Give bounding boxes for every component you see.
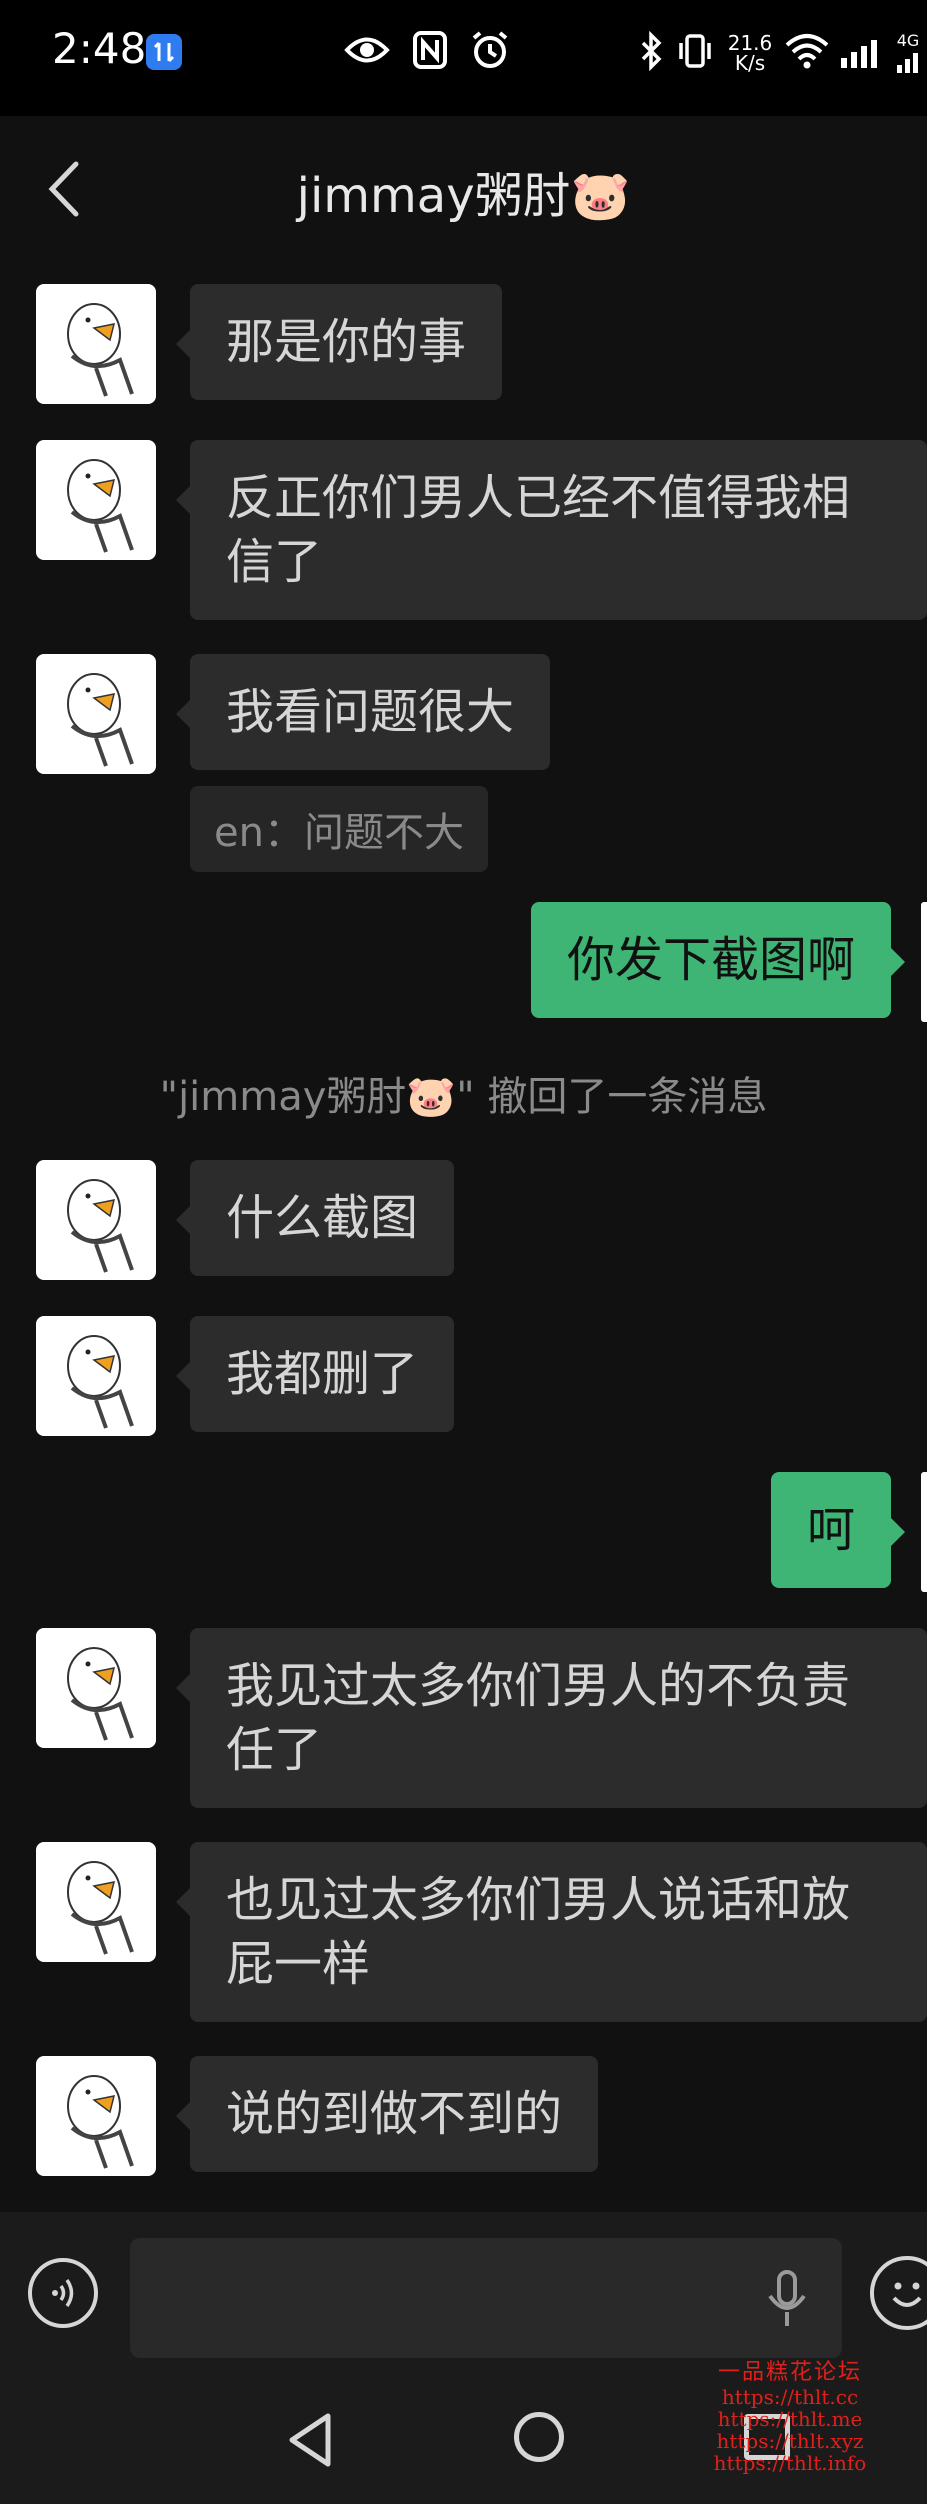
eye-icon [344,33,390,71]
watermark-url: https://thlt.xyz [716,2429,864,2453]
message-text-line: 也见过太多你们男人说话和放 [226,1872,851,1928]
contact-avatar[interactable] [36,284,156,404]
watermark-url: https://thlt.me [717,2407,863,2431]
message-text: 呵 [806,1502,855,1558]
duck-avatar-icon [67,2075,134,2169]
message-text-line: 我见过太多你们男人的不负责 [226,1658,851,1714]
message-text-line: 信了 [226,534,323,590]
nav-home-button[interactable] [514,2412,564,2462]
nfc-icon [412,30,448,74]
message-input[interactable] [130,2238,842,2358]
message-bubble[interactable]: 我都删了 [175,1316,455,1432]
bluetooth-icon [639,30,665,75]
chat-title[interactable]: jimmay粥肘🐷 [0,156,927,226]
signal-icon [839,34,885,72]
message-bubble[interactable]: 也见过太多你们男人说话和放 屁一样 [176,1842,927,2022]
watermark-title: 一品糕花论坛 [717,2360,862,2385]
message-bubble[interactable]: 反正你们男人已经不值得我相 信了 [176,440,927,620]
contact-avatar[interactable] [36,2056,156,2176]
watermark-url: https://thlt.cc [721,2385,859,2409]
voice-mode-button[interactable] [28,2258,98,2328]
net-speed-unit: K/s [734,51,766,75]
microphone-icon [768,2270,806,2326]
message-text: 那是你的事 [226,314,467,370]
cellular-4g-icon: 4G [895,33,921,73]
message-text: 什么截图 [226,1190,419,1246]
watermark: 一品糕花论坛 https://thlt.cc https://thlt.me h… [700,2360,880,2475]
voice-mode-icon [52,2279,74,2307]
contact-avatar[interactable] [36,1316,156,1436]
message-bubble[interactable]: 那是你的事 [175,284,503,400]
notification-app-icon [146,34,182,70]
status-bar: 2:48 21.6 K/s 4G [0,0,927,116]
net-type: 4G [896,31,920,50]
duck-avatar-icon [67,303,134,397]
message-text-line: 任了 [226,1722,323,1778]
triangle-back-icon [289,2413,331,2467]
wifi-icon [785,33,829,73]
duck-avatar-icon [67,459,134,553]
message-text: 我看问题很大 [226,684,515,740]
translation-label[interactable]: en：问题不大 [190,786,488,872]
message-text-line: 反正你们男人已经不值得我相 [226,470,851,526]
alarm-icon [470,30,510,74]
microphone-button[interactable] [764,2268,810,2330]
contact-avatar[interactable] [36,1160,156,1280]
self-avatar[interactable] [921,902,927,1022]
duck-avatar-icon [67,1179,134,1273]
chat-header: jimmay粥肘🐷 [0,116,927,262]
message-bubble[interactable]: 我看问题很大 [175,654,551,770]
message-text: 说的到做不到的 [226,2086,563,2142]
contact-avatar[interactable] [36,440,156,560]
message-text: 我都删了 [226,1346,419,1402]
contact-avatar[interactable] [36,654,156,774]
message-text: 你发下截图啊 [566,932,855,988]
duck-avatar-icon [67,1861,134,1955]
message-bubble[interactable]: 我见过太多你们男人的不负责 任了 [176,1628,927,1808]
message-list[interactable]: 那是你的事 反正你们男人已经不值得我相 信了 我看问题很大 en：问题不大 你发… [0,262,927,2212]
emoji-button[interactable] [870,2256,927,2330]
self-avatar[interactable] [921,1472,927,1592]
contact-avatar[interactable] [36,1628,156,1748]
duck-avatar-icon [67,1647,134,1741]
duck-avatar-icon [67,673,134,767]
emoji-icon [892,2282,922,2307]
message-bubble[interactable]: 说的到做不到的 [175,2056,599,2172]
watermark-url: https://thlt.info [713,2451,867,2475]
message-text-line: 屁一样 [226,1936,371,1992]
status-time: 2:48 [52,24,147,73]
duck-avatar-icon [67,1335,134,1429]
outgoing-message-bubble[interactable]: 你发下截图啊 [530,902,906,1018]
vibrate-icon [675,31,715,75]
contact-avatar[interactable] [36,1842,156,1962]
nav-back-button[interactable] [284,2410,340,2470]
message-bubble[interactable]: 什么截图 [175,1160,455,1276]
recall-notice: "jimmay粥肘🐷" 撤回了一条消息 [159,1074,768,1120]
outgoing-message-bubble[interactable]: 呵 [770,1472,906,1588]
